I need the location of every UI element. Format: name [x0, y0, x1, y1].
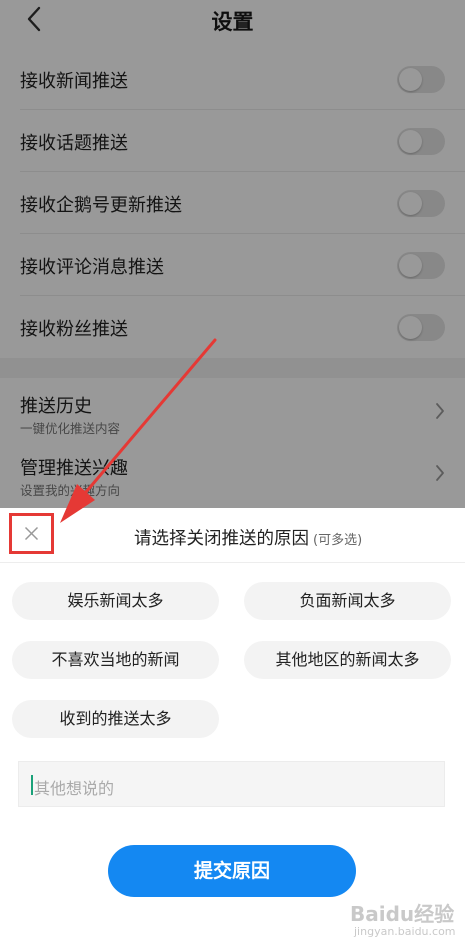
watermark-brand: Baidu经验 — [350, 902, 455, 926]
watermark: Baidu经验 jingyan.baidu.com — [350, 898, 458, 944]
annotation-arrow-icon — [60, 338, 217, 523]
watermark-url: jingyan.baidu.com — [354, 925, 456, 938]
settings-screen: 设置 接收新闻推送 接收话题推送 接收企鹅号更新推送 接收评论消息推送 接收粉丝… — [0, 0, 465, 950]
